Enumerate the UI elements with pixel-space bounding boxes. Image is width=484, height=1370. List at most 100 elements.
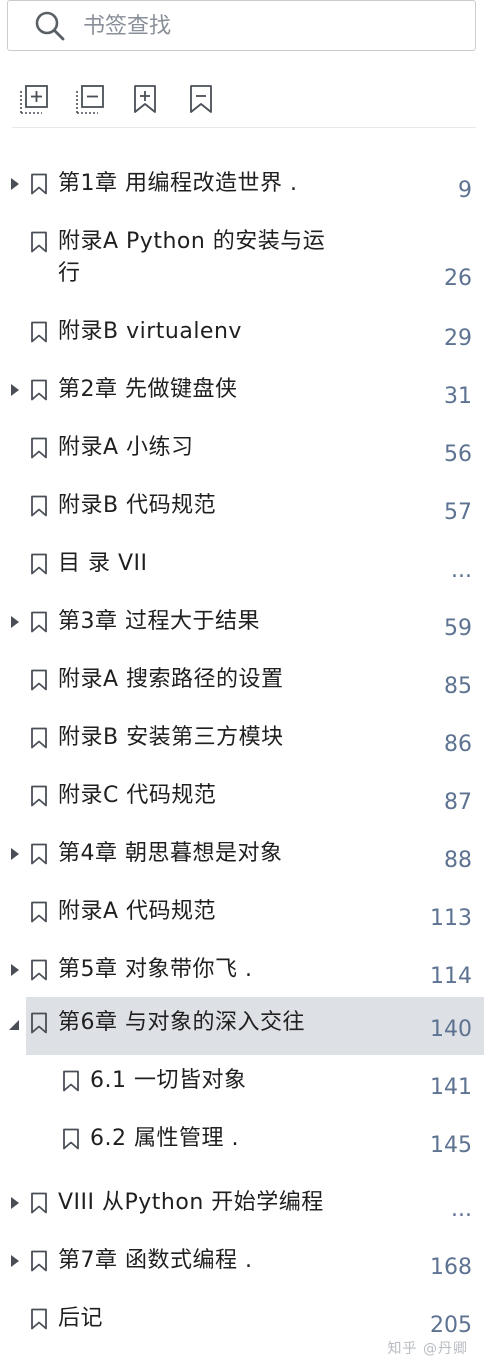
bookmark-page-number: 31 bbox=[444, 384, 472, 409]
bookmark-icon bbox=[31, 173, 47, 195]
bookmark-icon bbox=[31, 553, 47, 575]
bookmark-icon bbox=[31, 611, 47, 633]
bookmark-icon bbox=[31, 1308, 47, 1330]
bookmark-icon bbox=[31, 843, 47, 865]
search-input[interactable] bbox=[83, 9, 463, 43]
bookmark-row[interactable]: 第7章 函数式编程 . 168 bbox=[0, 1235, 484, 1293]
expand-all-icon bbox=[20, 85, 48, 114]
bookmark-row[interactable]: 附录C 代码规范 87 bbox=[0, 770, 484, 828]
bookmark-row[interactable]: 第3章 过程大于结果 59 bbox=[0, 596, 484, 654]
collapse-all-icon bbox=[76, 85, 104, 114]
expand-arrow-icon[interactable] bbox=[8, 847, 22, 861]
add-bookmark-button[interactable] bbox=[130, 82, 164, 118]
bookmark-title: 第7章 函数式编程 . bbox=[58, 1248, 253, 1273]
bookmark-icon bbox=[31, 379, 47, 401]
bookmark-page-number: 141 bbox=[430, 1075, 472, 1100]
bookmark-icon bbox=[63, 1128, 79, 1150]
bookmark-title: 6.1 一切皆对象 bbox=[90, 1068, 247, 1093]
bookmark-row[interactable]: 附录A Python 的安装与运行 26 bbox=[0, 216, 484, 291]
bookmark-title: 附录A 搜索路径的设置 bbox=[58, 667, 284, 692]
bookmark-icon bbox=[31, 959, 47, 981]
bookmark-icon bbox=[31, 321, 47, 343]
bookmark-row[interactable]: 附录A 小练习 56 bbox=[0, 422, 484, 480]
expand-arrow-icon[interactable] bbox=[8, 963, 22, 977]
bookmark-page-number: 88 bbox=[444, 848, 472, 873]
search-icon bbox=[35, 11, 65, 41]
bookmark-row[interactable]: 6.1 一切皆对象 141 bbox=[0, 1055, 484, 1113]
bookmark-page-number: 87 bbox=[444, 790, 472, 815]
bookmark-title: 后记 bbox=[58, 1306, 104, 1331]
bookmark-row[interactable]: 第2章 先做键盘侠 31 bbox=[0, 364, 484, 422]
bookmark-page-number: 85 bbox=[444, 674, 472, 699]
bookmark-icon bbox=[31, 231, 47, 253]
expand-arrow-icon[interactable] bbox=[8, 1196, 22, 1210]
bookmark-icon bbox=[31, 1192, 47, 1214]
bookmark-title: 附录A 代码规范 bbox=[58, 899, 217, 924]
expand-arrow-icon[interactable] bbox=[8, 383, 22, 397]
bookmark-page-number: 57 bbox=[444, 500, 472, 525]
bookmark-row[interactable]: 目 录 VII... bbox=[0, 538, 484, 596]
collapse-all-button[interactable] bbox=[74, 82, 108, 118]
bookmark-title: 附录B virtualenv bbox=[58, 319, 242, 344]
bookmark-page-number: 145 bbox=[430, 1133, 472, 1158]
remove-bookmark-icon bbox=[190, 85, 212, 113]
bookmark-icon bbox=[31, 727, 47, 749]
bookmark-page-number: 29 bbox=[444, 326, 472, 351]
bookmark-title: 附录B 代码规范 bbox=[58, 493, 217, 518]
bookmark-row[interactable]: 附录B 安装第三方模块 86 bbox=[0, 712, 484, 770]
bookmark-page-number: 26 bbox=[444, 266, 472, 291]
bookmark-page-number: 205 bbox=[430, 1313, 472, 1338]
bookmark-title: 第5章 对象带你飞 . bbox=[58, 957, 253, 982]
watermark: 知乎 @丹卿 bbox=[387, 1341, 468, 1357]
bookmark-row[interactable]: 第6章 与对象的深入交往 140 bbox=[0, 997, 484, 1055]
bookmark-icon bbox=[31, 1012, 47, 1034]
bookmark-title-continuation: 行 bbox=[58, 261, 81, 286]
bookmark-icon bbox=[31, 1250, 47, 1272]
bookmark-icon bbox=[31, 785, 47, 807]
bookmark-page-number: 9 bbox=[458, 178, 472, 203]
add-bookmark-icon bbox=[134, 85, 156, 113]
expand-arrow-icon[interactable] bbox=[8, 615, 22, 629]
bookmark-title: 附录A Python 的安装与运 bbox=[58, 229, 326, 254]
bookmark-icon bbox=[31, 901, 47, 923]
search-box[interactable] bbox=[7, 0, 476, 51]
bookmark-row[interactable]: VIII 从Python 开始学编程... bbox=[0, 1177, 484, 1235]
remove-bookmark-button[interactable] bbox=[186, 82, 220, 118]
bookmark-page-number: 114 bbox=[430, 964, 472, 989]
bookmark-icon bbox=[31, 495, 47, 517]
bookmark-title: 附录A 小练习 bbox=[58, 435, 194, 460]
bookmark-page-number: 168 bbox=[430, 1255, 472, 1280]
expand-arrow-icon[interactable] bbox=[8, 177, 22, 191]
bookmark-icon bbox=[31, 669, 47, 691]
expand-arrow-icon[interactable] bbox=[8, 1254, 22, 1268]
bookmark-icon bbox=[31, 437, 47, 459]
bookmark-page-number: 59 bbox=[444, 616, 472, 641]
bookmark-icon bbox=[63, 1070, 79, 1092]
bookmark-page-number: ... bbox=[451, 1197, 472, 1222]
bookmark-row[interactable]: 第5章 对象带你飞 . 114 bbox=[0, 944, 484, 1002]
toolbar-divider bbox=[12, 127, 476, 128]
bookmark-title: 6.2 属性管理 . bbox=[90, 1126, 239, 1151]
bookmark-row[interactable]: 6.2 属性管理 . 145 bbox=[0, 1113, 484, 1171]
bookmark-page-number: 56 bbox=[444, 442, 472, 467]
bookmark-page-number: ... bbox=[451, 558, 472, 583]
bookmark-row[interactable]: 附录B virtualenv 29 bbox=[0, 306, 484, 364]
bookmark-toolbar bbox=[0, 82, 484, 122]
bookmark-title: 第2章 先做键盘侠 bbox=[58, 377, 238, 402]
bookmark-title: 目 录 VII bbox=[58, 551, 148, 576]
collapse-arrow-icon[interactable] bbox=[8, 1019, 22, 1033]
bookmark-row[interactable]: 第1章 用编程改造世界 . 9 bbox=[0, 158, 484, 216]
bookmark-page-number: 140 bbox=[430, 1017, 472, 1042]
bookmark-title: 第3章 过程大于结果 bbox=[58, 609, 260, 634]
expand-all-button[interactable] bbox=[18, 82, 52, 118]
bookmark-row[interactable]: 附录A 搜索路径的设置 85 bbox=[0, 654, 484, 712]
bookmark-title: 附录C 代码规范 bbox=[58, 783, 217, 808]
bookmark-page-number: 86 bbox=[444, 732, 472, 757]
bookmark-title: 第6章 与对象的深入交往 bbox=[58, 1010, 305, 1035]
bookmark-title: 附录B 安装第三方模块 bbox=[58, 725, 284, 750]
bookmark-row[interactable]: 附录A 代码规范 113 bbox=[0, 886, 484, 944]
bookmark-title: 第1章 用编程改造世界 . bbox=[58, 171, 298, 196]
bookmark-row[interactable]: 附录B 代码规范 57 bbox=[0, 480, 484, 538]
bookmark-title: VIII 从Python 开始学编程 bbox=[58, 1190, 324, 1215]
bookmark-row[interactable]: 第4章 朝思暮想是对象 88 bbox=[0, 828, 484, 886]
